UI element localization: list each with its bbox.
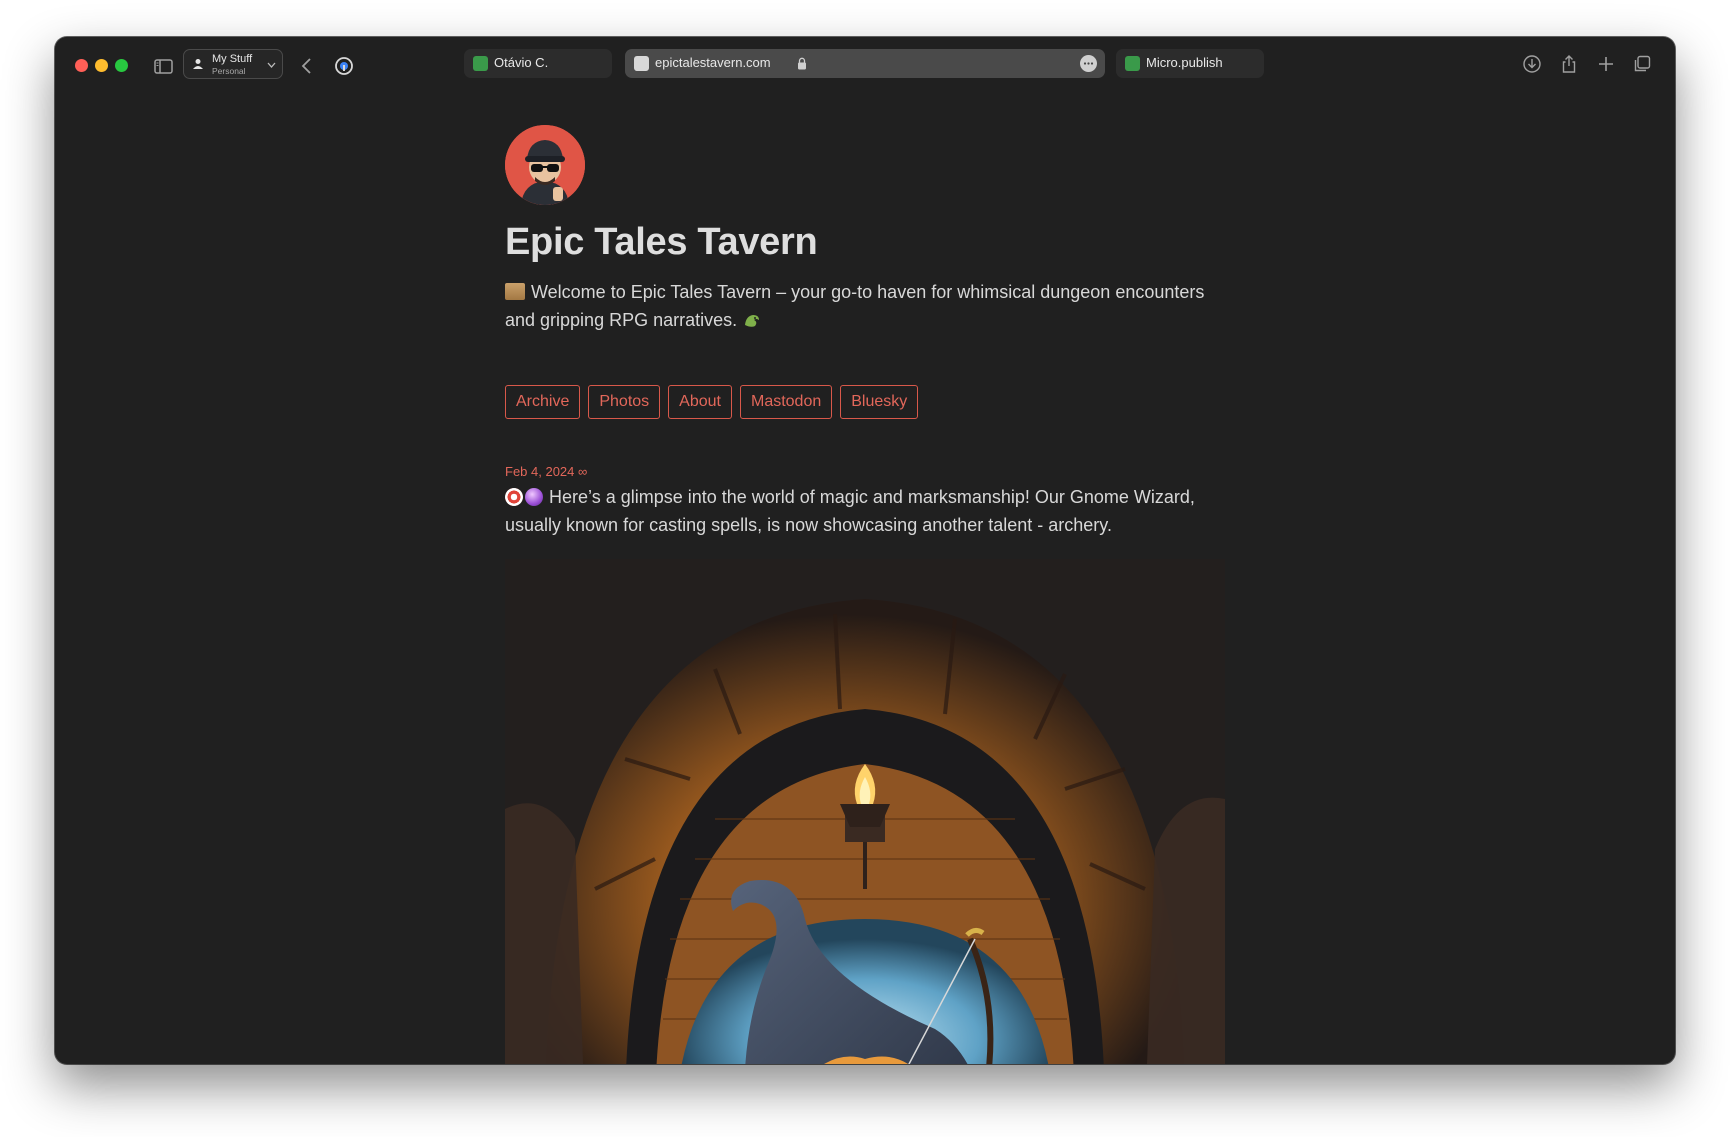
nav-photos-link[interactable]: Photos [588, 385, 661, 419]
tab-label: Micro.publish [1146, 55, 1223, 70]
chevron-down-icon [267, 62, 276, 68]
post-date-link[interactable]: Feb 4, 2024 ∞ [505, 464, 587, 479]
zoom-window-button[interactable] [115, 59, 128, 72]
minimize-window-button[interactable] [95, 59, 108, 72]
tab-otavio[interactable]: Otávio C. [464, 49, 612, 78]
microblog-favicon-icon [473, 56, 488, 71]
crystal-ball-icon [525, 488, 543, 506]
tab-micro-publish[interactable]: Micro.publish [1116, 49, 1264, 78]
tab-epictalestavern[interactable]: epictalestavern.com [625, 49, 1105, 78]
profile-switcher[interactable]: My Stuff Personal [183, 49, 283, 79]
site-favicon-icon [634, 56, 649, 71]
nav-archive-link[interactable]: Archive [505, 385, 581, 419]
lock-icon [798, 57, 806, 70]
target-icon [505, 488, 523, 506]
person-icon [193, 59, 203, 69]
profile-name: My Stuff [212, 53, 253, 65]
nav-mastodon-link[interactable]: Mastodon [739, 385, 833, 419]
new-tab-icon[interactable] [1595, 53, 1617, 75]
post-text: Here’s a glimpse into the world of magic… [505, 487, 1195, 535]
site-nav: Archive Photos About Mastodon Bluesky [505, 385, 919, 419]
dragon-icon [745, 315, 760, 327]
post-body: Here’s a glimpse into the world of magic… [505, 483, 1227, 539]
avatar[interactable] [505, 125, 585, 205]
tagline-text: Welcome to Epic Tales Tavern – your go-t… [505, 282, 1205, 330]
browser-toolbar: My Stuff Personal Otávio C. epictalestav… [55, 37, 1675, 89]
nav-bluesky-link[interactable]: Bluesky [840, 385, 919, 419]
share-icon[interactable] [1558, 53, 1580, 75]
download-icon[interactable] [1521, 53, 1543, 75]
site-title[interactable]: Epic Tales Tavern [505, 221, 1225, 264]
scroll-icon [505, 283, 525, 300]
gnome-wizard-image[interactable] [505, 559, 1225, 1064]
nav-about-link[interactable]: About [668, 385, 732, 419]
tab-overview-icon[interactable] [1631, 53, 1653, 75]
back-arrow-icon[interactable] [295, 53, 321, 79]
address-bar-url[interactable]: epictalestavern.com [655, 55, 771, 70]
tab-label: Otávio C. [494, 55, 549, 70]
close-window-button[interactable] [75, 59, 88, 72]
site-tagline: Welcome to Epic Tales Tavern – your go-t… [505, 278, 1227, 334]
microblog-favicon-icon [1125, 56, 1140, 71]
profile-subtitle: Personal [212, 66, 246, 76]
sidebar-toggle-icon[interactable] [150, 53, 176, 79]
password-extension-icon[interactable] [331, 53, 357, 79]
page-menu-icon[interactable] [1080, 55, 1097, 72]
browser-window: My Stuff Personal Otávio C. epictalestav… [55, 37, 1675, 1064]
